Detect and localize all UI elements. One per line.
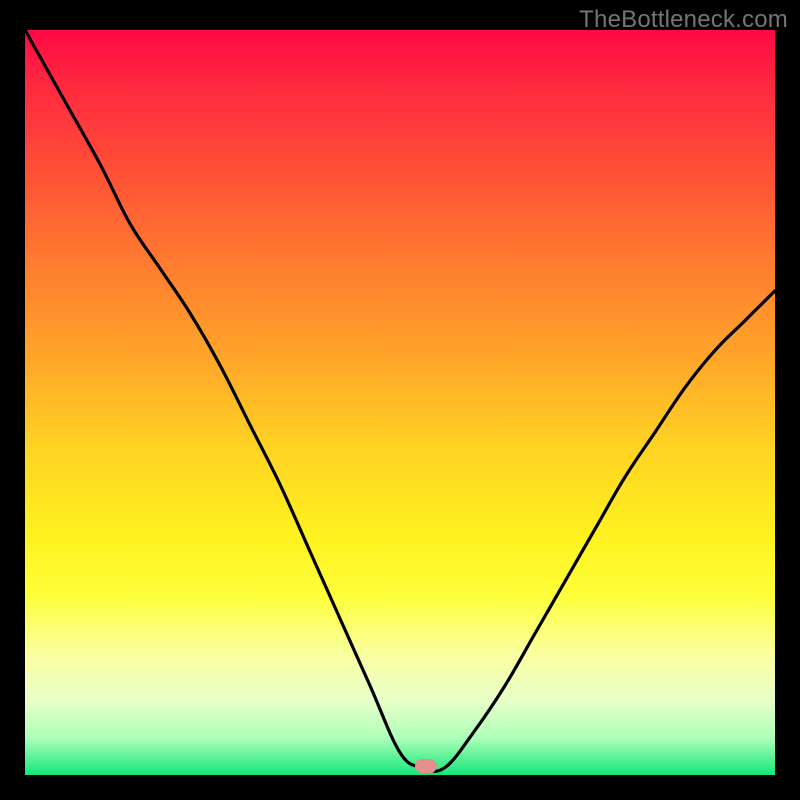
bottleneck-curve [25,30,775,771]
optimal-point-marker [415,759,437,773]
chart-frame: TheBottleneck.com [0,0,800,800]
plot-area [25,30,775,775]
curve-svg [25,30,775,775]
watermark-text: TheBottleneck.com [579,6,788,34]
